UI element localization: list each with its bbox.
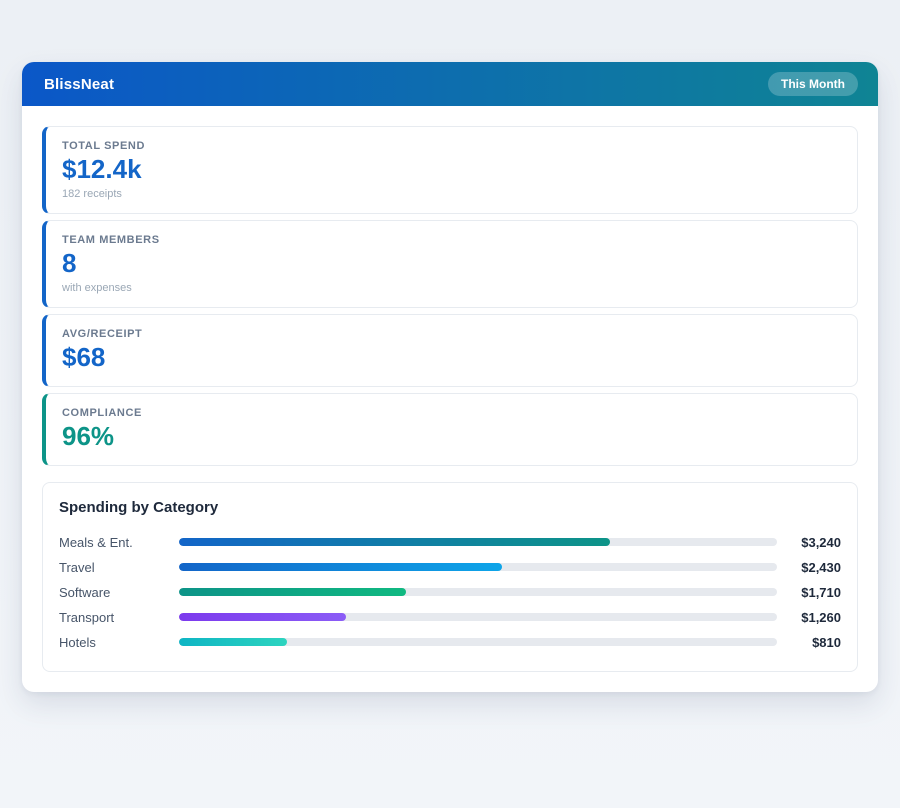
stat-card: COMPLIANCE 96% (42, 393, 858, 466)
bar-track (179, 538, 777, 546)
bar-fill (179, 638, 287, 646)
bar-fill (179, 538, 610, 546)
stat-card: TEAM MEMBERS 8 with expenses (42, 220, 858, 308)
category-label: Transport (59, 610, 179, 625)
stat-value: 8 (62, 249, 841, 279)
stat-label: TEAM MEMBERS (62, 234, 841, 246)
bar-track (179, 613, 777, 621)
dashboard-window: BlissNeat This Month TOTAL SPEND $12.4k … (22, 62, 878, 692)
category-value: $2,430 (789, 560, 841, 575)
category-value: $1,260 (789, 610, 841, 625)
stat-card: TOTAL SPEND $12.4k 182 receipts (42, 126, 858, 214)
category-row: Software $1,710 (59, 580, 841, 605)
category-row: Travel $2,430 (59, 555, 841, 580)
chart-title: Spending by Category (59, 499, 841, 516)
category-value: $810 (789, 635, 841, 650)
stat-value: $12.4k (62, 155, 841, 185)
category-rows: Meals & Ent. $3,240 Travel $2,430 Softwa… (59, 530, 841, 655)
period-badge[interactable]: This Month (768, 72, 858, 96)
stat-value: $68 (62, 343, 841, 373)
app-header: BlissNeat This Month (22, 62, 878, 106)
bar-fill (179, 563, 502, 571)
category-row: Meals & Ent. $3,240 (59, 530, 841, 555)
stat-value: 96% (62, 422, 841, 452)
category-label: Hotels (59, 635, 179, 650)
bar-fill (179, 588, 406, 596)
stat-label: AVG/RECEIPT (62, 328, 841, 340)
bar-track (179, 638, 777, 646)
category-value: $1,710 (789, 585, 841, 600)
stat-sub: 182 receipts (62, 188, 841, 200)
stats-list: TOTAL SPEND $12.4k 182 receipts TEAM MEM… (42, 126, 858, 466)
stat-label: COMPLIANCE (62, 407, 841, 419)
window-body: TOTAL SPEND $12.4k 182 receipts TEAM MEM… (22, 106, 878, 692)
category-label: Travel (59, 560, 179, 575)
bar-fill (179, 613, 346, 621)
stat-card: AVG/RECEIPT $68 (42, 314, 858, 387)
category-value: $3,240 (789, 535, 841, 550)
stat-label: TOTAL SPEND (62, 140, 841, 152)
category-row: Transport $1,260 (59, 605, 841, 630)
bar-track (179, 563, 777, 571)
bar-track (179, 588, 777, 596)
app-title: BlissNeat (44, 76, 114, 93)
category-row: Hotels $810 (59, 630, 841, 655)
category-label: Software (59, 585, 179, 600)
stat-sub: with expenses (62, 282, 841, 294)
spending-chart-card: Spending by Category Meals & Ent. $3,240… (42, 482, 858, 672)
category-label: Meals & Ent. (59, 535, 179, 550)
